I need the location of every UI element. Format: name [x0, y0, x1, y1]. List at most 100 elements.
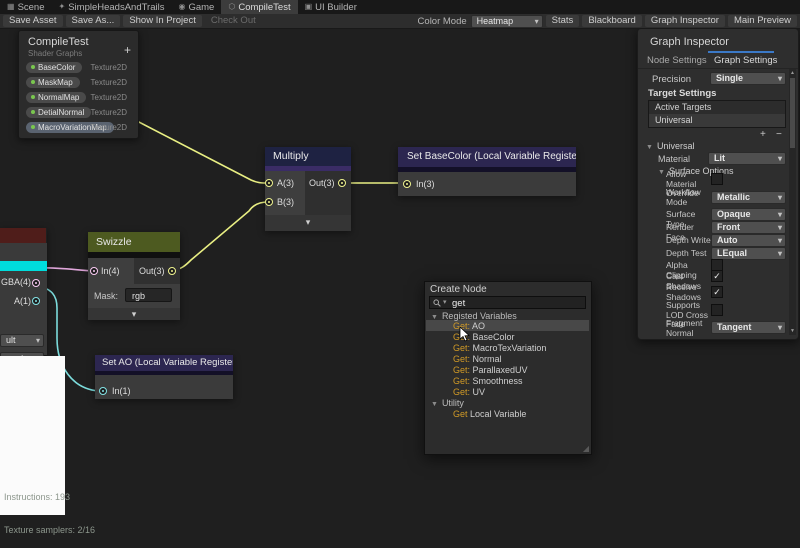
- universal-foldout[interactable]: ▼ Universal: [646, 141, 694, 151]
- sample-type-dropdown[interactable]: ult: [0, 334, 44, 347]
- property-pill-basecolor[interactable]: BaseColor: [26, 61, 83, 73]
- scroll-up-arrow-icon[interactable]: ▲: [790, 70, 795, 76]
- property-type: Texture2D: [90, 107, 127, 117]
- port-swizzle-out[interactable]: [168, 267, 176, 275]
- tab-node-settings[interactable]: Node Settings: [647, 55, 707, 66]
- mask-input[interactable]: rgb: [125, 288, 172, 302]
- node-header[interactable]: Multiply: [265, 147, 351, 166]
- node-header[interactable]: Set BaseColor (Local Variable Register): [398, 147, 576, 167]
- multiply-node[interactable]: Multiply A(3) B(3) Out(3) ▾: [265, 147, 351, 231]
- port-swizzle-in[interactable]: [90, 267, 98, 275]
- receive-shadows-checkbox[interactable]: ✓: [711, 286, 723, 298]
- property-row[interactable]: BaseColor Texture2D: [26, 60, 133, 74]
- main-preview-toggle-button[interactable]: Main Preview: [727, 15, 797, 27]
- port-label-out3: Out(3): [309, 178, 335, 188]
- cast-shadows-checkbox[interactable]: ✓: [711, 270, 723, 282]
- item-get-uv[interactable]: Get: UV: [453, 387, 485, 397]
- workflow-mode-dropdown[interactable]: Metallic: [711, 191, 786, 204]
- supports-lod-cross-fade-checkbox[interactable]: [711, 304, 723, 316]
- property-row[interactable]: MacroVariationMap Texture2D: [26, 120, 133, 134]
- item-get-local-variable[interactable]: Get Local Variable: [453, 409, 526, 419]
- resize-grip-icon[interactable]: ◢: [583, 444, 589, 453]
- port-label-in4: In(4): [101, 266, 120, 276]
- property-row[interactable]: MaskMap Texture2D: [26, 75, 133, 89]
- save-asset-button[interactable]: Save Asset: [3, 15, 63, 27]
- row-label: Fragment Normal Space: [666, 318, 703, 339]
- inspector-scrollbar[interactable]: ▲ ▼: [789, 69, 796, 335]
- remove-target-button[interactable]: −: [776, 129, 782, 140]
- allow-material-override-checkbox[interactable]: [711, 173, 723, 185]
- node-mask-row: Mask: rgb: [88, 284, 180, 308]
- item-name: ParallaxedUV: [472, 365, 528, 375]
- swizzle-node[interactable]: Swizzle In(4) Out(3) Mask: rgb ▾: [88, 232, 180, 320]
- precision-dropdown[interactable]: Single: [710, 72, 786, 85]
- tab-compiletest[interactable]: ⬡ CompileTest: [221, 0, 298, 14]
- item-get-normal[interactable]: Get: Normal: [453, 354, 502, 364]
- port-multiply-a[interactable]: [265, 179, 273, 187]
- item-get-smoothness[interactable]: Get: Smoothness: [453, 376, 523, 386]
- add-target-button[interactable]: +: [760, 129, 766, 140]
- collapse-chevron[interactable]: ▾: [265, 215, 351, 231]
- node-header[interactable]: [0, 228, 46, 243]
- add-property-button[interactable]: +: [124, 43, 131, 57]
- property-pill-maskmap[interactable]: MaskMap: [26, 76, 80, 88]
- property-pill-detialnormal[interactable]: DetialNormal: [26, 106, 92, 118]
- active-targets-header: Active Targets: [649, 101, 785, 114]
- scrollbar-thumb[interactable]: [790, 78, 795, 148]
- set-basecolor-node[interactable]: Set BaseColor (Local Variable Register) …: [398, 147, 576, 196]
- material-dropdown[interactable]: Lit: [708, 152, 786, 165]
- graph-inspector-toggle-button[interactable]: Graph Inspector: [644, 15, 725, 27]
- property-type-dot: [31, 110, 35, 114]
- target-item-universal[interactable]: Universal: [649, 114, 785, 127]
- collapse-chevron[interactable]: ▾: [88, 308, 180, 320]
- precision-label: Precision: [652, 74, 692, 85]
- tab-graph-settings[interactable]: Graph Settings: [714, 55, 777, 66]
- port-rgba4[interactable]: [32, 279, 40, 287]
- port-a1[interactable]: [32, 297, 40, 305]
- blackboard-panel: CompileTest Shader Graphs + BaseColor Te…: [18, 30, 139, 139]
- search-field[interactable]: ▾ get: [429, 296, 586, 309]
- sample-texture-node-partial[interactable]: GBA(4) A(1) ult gent: [0, 228, 47, 365]
- depth-write-dropdown[interactable]: Auto: [711, 234, 786, 247]
- property-pill-normalmap[interactable]: NormalMap: [26, 91, 87, 103]
- save-as-button[interactable]: Save As...: [65, 15, 121, 27]
- item-name: UV: [472, 387, 486, 397]
- item-name: BaseColor: [472, 332, 515, 342]
- tab-ui-builder[interactable]: ▣ UI Builder: [298, 0, 364, 14]
- target-settings-heading: Target Settings: [648, 88, 717, 99]
- tab-game[interactable]: ◉ Game: [171, 0, 221, 14]
- render-face-dropdown[interactable]: Front: [711, 221, 786, 234]
- port-setao-in[interactable]: [99, 387, 107, 395]
- item-prefix: Get:: [453, 387, 471, 397]
- port-multiply-out[interactable]: [338, 179, 346, 187]
- port-label-a3: A(3): [277, 178, 295, 188]
- show-in-project-button[interactable]: Show In Project: [123, 15, 202, 27]
- property-row[interactable]: DetialNormal Texture2D: [26, 105, 133, 119]
- wire-macrovariation-to-multiply-a[interactable]: [134, 119, 268, 184]
- item-get-macrotexvariation[interactable]: Get: MacroTexVariation: [453, 343, 546, 353]
- property-row[interactable]: NormalMap Texture2D: [26, 90, 133, 104]
- group-utility[interactable]: ▼ Utility: [431, 398, 464, 408]
- fragment-normal-space-dropdown[interactable]: Tangent: [711, 321, 786, 334]
- prefab-icon: ✦: [58, 2, 66, 11]
- blackboard-toggle-button[interactable]: Blackboard: [582, 15, 642, 27]
- stats-toggle-button[interactable]: Stats: [545, 15, 580, 27]
- tab-simpleheadsandtrails[interactable]: ✦ SimpleHeadsAndTrails: [52, 0, 172, 14]
- node-header[interactable]: Swizzle: [88, 232, 180, 252]
- node-output-section: Out(3): [305, 171, 351, 215]
- color-mode-dropdown[interactable]: Heatmap: [470, 14, 543, 28]
- color-mode-label: Color Mode: [417, 15, 467, 27]
- wire-swizzle-out-to-multiply-b[interactable]: [169, 201, 269, 272]
- set-ao-node[interactable]: Set AO (Local Variable Register) In(1): [95, 355, 233, 399]
- scroll-down-arrow-icon[interactable]: ▼: [790, 328, 795, 334]
- port-multiply-b[interactable]: [265, 198, 273, 206]
- group-registed-variables[interactable]: ▼ Registed Variables: [431, 311, 517, 321]
- node-header[interactable]: Set AO (Local Variable Register): [95, 355, 233, 371]
- surface-type-dropdown[interactable]: Opaque: [711, 208, 786, 221]
- search-filter-caret-icon[interactable]: ▾: [443, 298, 447, 306]
- node-input-section: A(3) B(3): [265, 171, 305, 215]
- port-setbasecolor-in[interactable]: [403, 180, 411, 188]
- search-input-value[interactable]: get: [452, 298, 465, 309]
- item-get-parallaxeduv[interactable]: Get: ParallaxedUV: [453, 365, 528, 375]
- tab-scene[interactable]: ▦ Scene: [0, 0, 52, 14]
